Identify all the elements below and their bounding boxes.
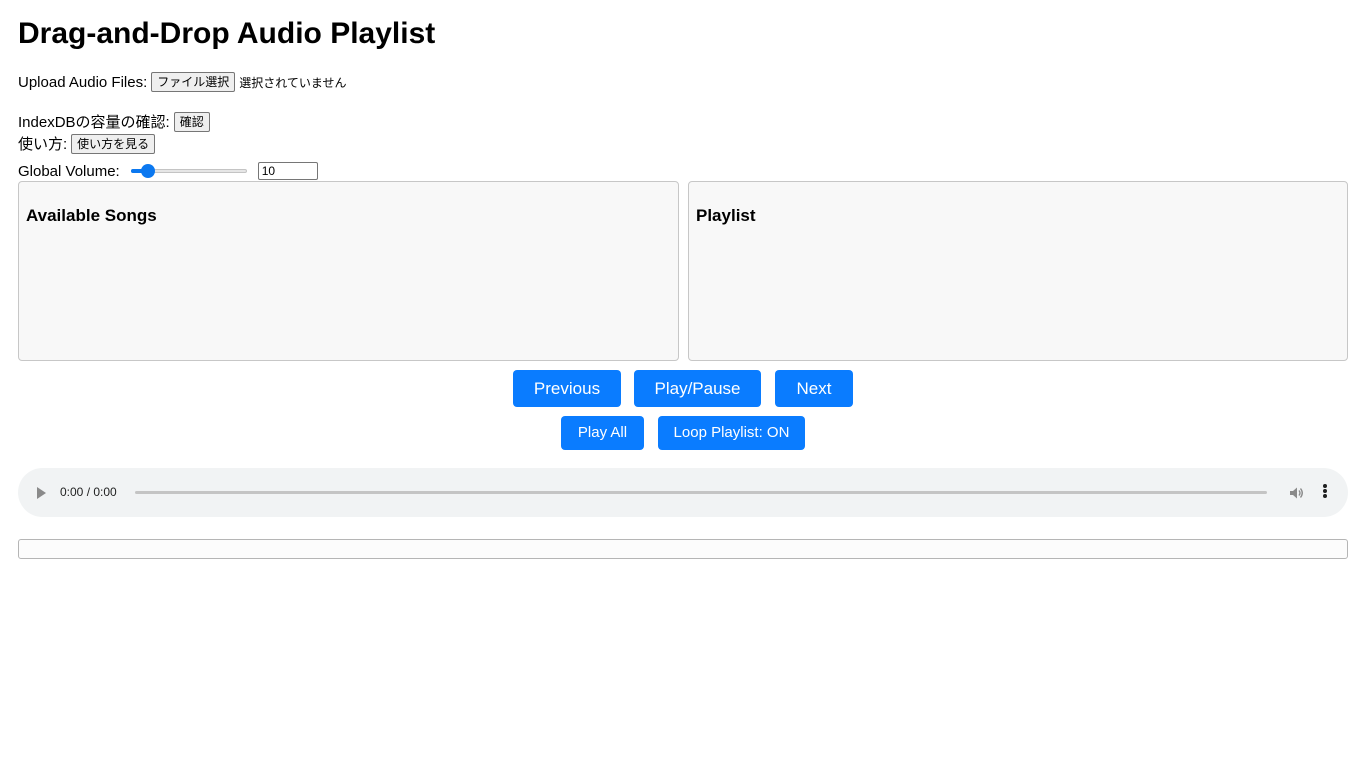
volume-slider-thumb[interactable] xyxy=(140,164,155,178)
more-options-icon[interactable] xyxy=(1322,484,1328,500)
file-status-text: 選択されていません xyxy=(239,75,347,90)
volume-row: Global Volume: xyxy=(18,162,318,180)
status-bar xyxy=(18,539,1348,559)
indexdb-check-button[interactable]: 確認 xyxy=(173,111,210,132)
audio-time: 0:00 / 0:00 xyxy=(60,485,117,499)
upload-row: Upload Audio Files: ファイル選択 選択されていません xyxy=(18,72,347,92)
available-songs-panel[interactable]: Available Songs xyxy=(18,181,679,361)
playlist-panel[interactable]: Playlist xyxy=(688,181,1348,361)
indexdb-row: IndexDBの容量の確認: 確認 xyxy=(18,111,210,132)
loop-playlist-button[interactable]: Loop Playlist: ON xyxy=(658,416,805,450)
previous-button[interactable]: Previous xyxy=(513,370,621,407)
howto-button[interactable]: 使い方を見る xyxy=(71,133,156,154)
page: Drag-and-Drop Audio Playlist Upload Audi… xyxy=(0,0,1366,768)
audio-player: 0:00 / 0:00 xyxy=(18,468,1348,517)
volume-label: Global Volume: xyxy=(18,162,120,180)
howto-row: 使い方: 使い方を見る xyxy=(18,133,156,154)
page-title: Drag-and-Drop Audio Playlist xyxy=(18,17,436,50)
next-button[interactable]: Next xyxy=(775,370,853,407)
volume-slider[interactable] xyxy=(130,163,247,179)
file-select-button[interactable]: ファイル選択 xyxy=(151,72,236,92)
audio-progress-bar[interactable] xyxy=(135,491,1267,494)
available-songs-title: Available Songs xyxy=(26,206,157,225)
playlist-title: Playlist xyxy=(696,206,756,225)
indexdb-label: IndexDBの容量の確認: xyxy=(18,114,170,131)
volume-icon[interactable] xyxy=(1288,485,1304,501)
play-pause-button[interactable]: Play/Pause xyxy=(634,370,761,407)
volume-input[interactable] xyxy=(257,162,318,180)
upload-label: Upload Audio Files: xyxy=(18,73,148,91)
play-icon[interactable] xyxy=(37,487,46,499)
play-all-button[interactable]: Play All xyxy=(561,416,644,450)
howto-label: 使い方: xyxy=(18,136,68,153)
